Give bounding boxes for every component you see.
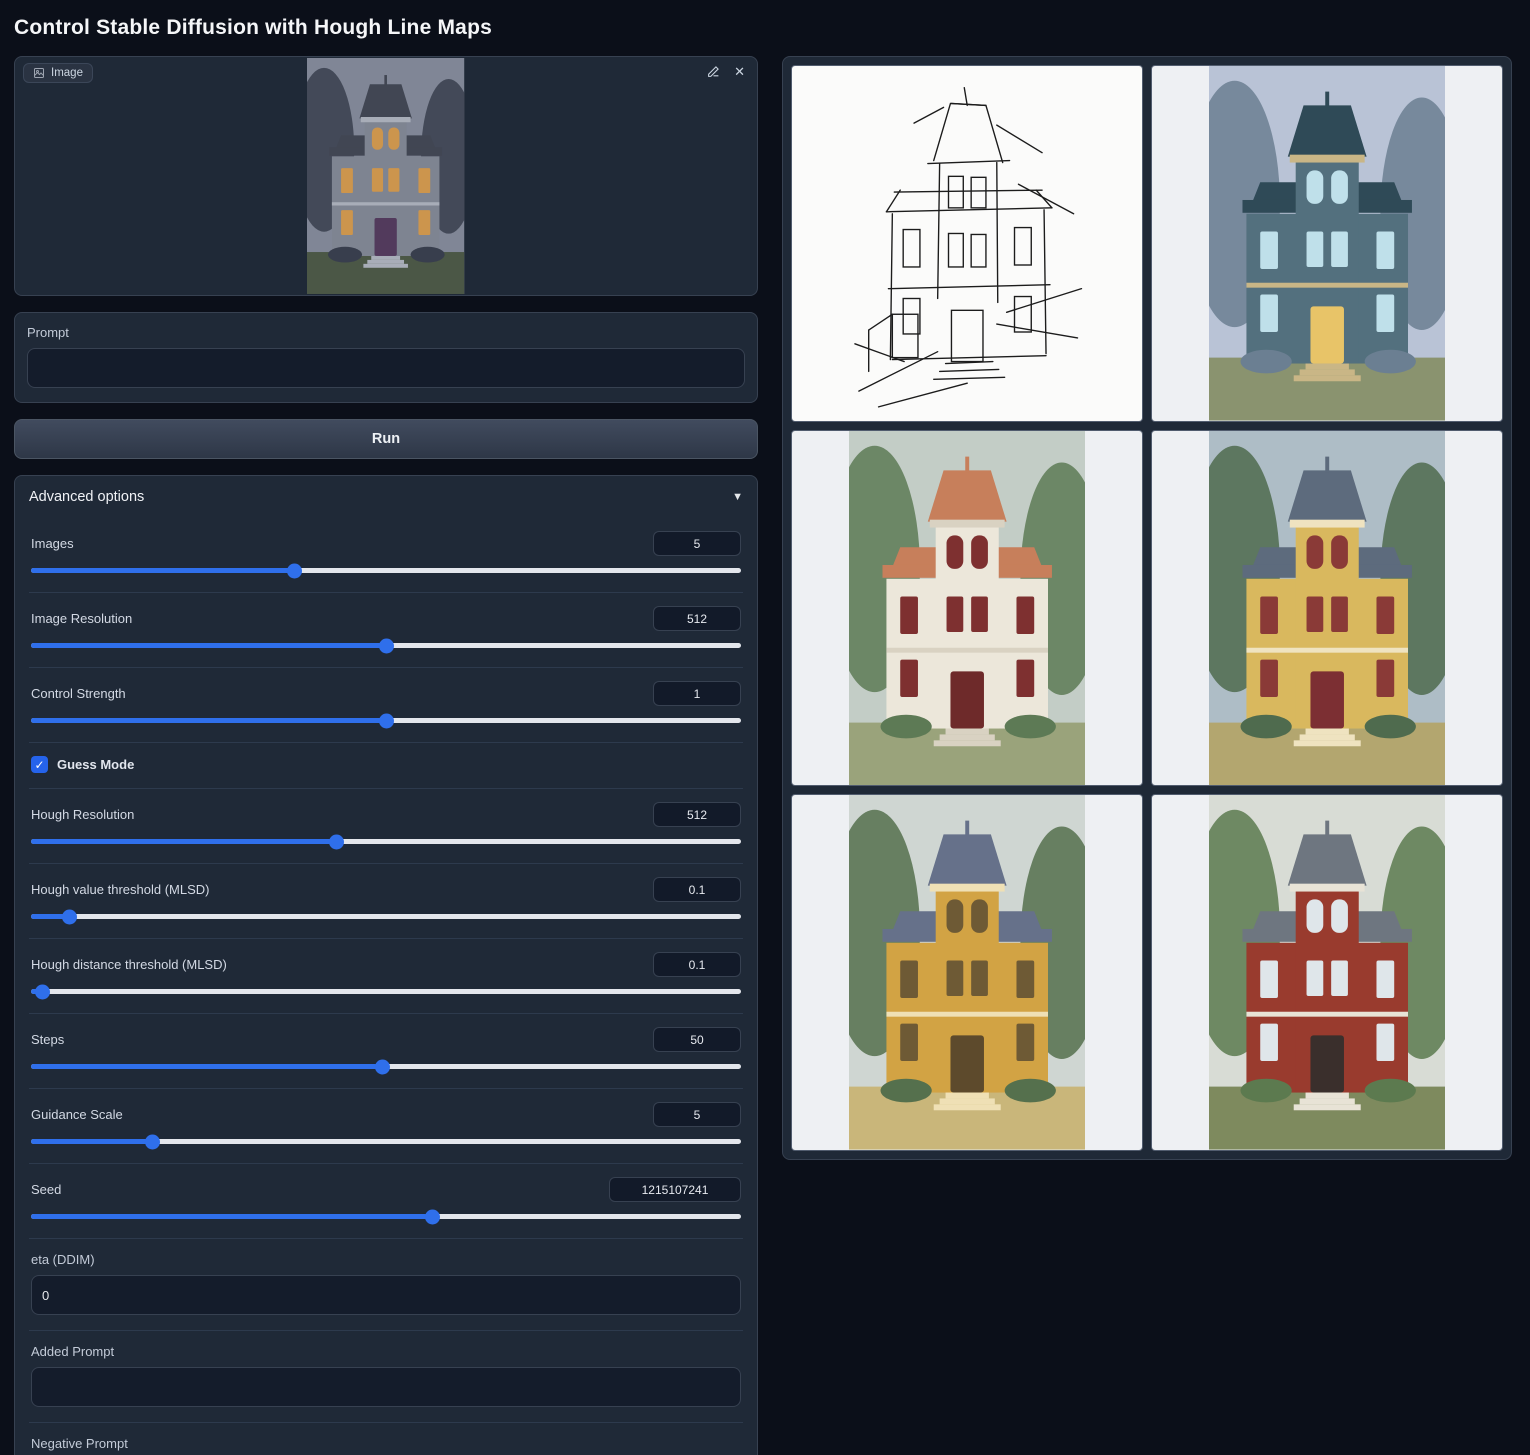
images-slider-handle[interactable] — [287, 563, 302, 578]
slider-row-hough-value-threshold: Hough value threshold (MLSD) — [29, 863, 743, 938]
steps-label: Steps — [31, 1032, 64, 1047]
seed-label: Seed — [31, 1182, 61, 1197]
seed-slider[interactable] — [31, 1214, 741, 1219]
image-label-text: Image — [51, 67, 83, 79]
hough-resolution-slider[interactable] — [31, 839, 741, 844]
negative-prompt-label: Negative Prompt — [31, 1436, 741, 1451]
slider-row-image-resolution: Image Resolution — [29, 592, 743, 667]
input-photo-art — [307, 58, 464, 294]
images-slider[interactable] — [31, 568, 741, 573]
images-number-input[interactable] — [653, 531, 741, 556]
gallery-item-generated-2[interactable] — [791, 430, 1143, 787]
control-strength-number-input[interactable] — [653, 681, 741, 706]
hough-line-map-art — [849, 66, 1085, 421]
hough-value-threshold-number-input[interactable] — [653, 877, 741, 902]
slider-row-hough-distance-threshold: Hough distance threshold (MLSD) — [29, 938, 743, 1013]
guidance-scale-number-input[interactable] — [653, 1102, 741, 1127]
seed-number-input[interactable] — [609, 1177, 741, 1202]
control-strength-slider-handle[interactable] — [379, 713, 394, 728]
gallery-item-generated-4[interactable] — [791, 794, 1143, 1151]
controls-column: Image ✕ Prompt — [14, 56, 758, 1455]
guess-mode-label: Guess Mode — [57, 757, 134, 772]
image-resolution-slider[interactable] — [31, 643, 741, 648]
eta-label: eta (DDIM) — [31, 1252, 741, 1267]
generated-art-1 — [1209, 66, 1445, 421]
added-prompt-label: Added Prompt — [31, 1344, 741, 1359]
images-label: Images — [31, 536, 74, 551]
hough-distance-threshold-number-input[interactable] — [653, 952, 741, 977]
image-resolution-slider-handle[interactable] — [379, 638, 394, 653]
prompt-block: Prompt — [14, 312, 758, 403]
gallery-item-generated-1[interactable] — [1151, 65, 1503, 422]
gallery-item-generated-3[interactable] — [1151, 430, 1503, 787]
steps-slider[interactable] — [31, 1064, 741, 1069]
slider-row-images: Images — [29, 518, 743, 592]
eta-input[interactable] — [31, 1275, 741, 1315]
hough-value-threshold-slider[interactable] — [31, 914, 741, 919]
gallery-item-hough-line-map[interactable] — [791, 65, 1143, 422]
image-actions: ✕ — [707, 65, 745, 78]
image-resolution-label: Image Resolution — [31, 611, 132, 626]
hough-distance-threshold-slider[interactable] — [31, 989, 741, 994]
steps-slider-handle[interactable] — [375, 1059, 390, 1074]
input-image[interactable] — [307, 58, 464, 294]
hough-resolution-number-input[interactable] — [653, 802, 741, 827]
slider-row-steps: Steps — [29, 1013, 743, 1088]
image-upload-component[interactable]: Image ✕ — [14, 56, 758, 296]
run-button[interactable]: Run — [14, 419, 758, 459]
guidance-scale-slider-handle[interactable] — [145, 1134, 160, 1149]
chevron-down-icon: ▼ — [732, 491, 743, 503]
hough-value-threshold-label: Hough value threshold (MLSD) — [31, 882, 209, 897]
prompt-label: Prompt — [27, 325, 745, 340]
image-resolution-number-input[interactable] — [653, 606, 741, 631]
generated-art-3 — [1209, 431, 1445, 786]
image-component-label: Image — [23, 63, 93, 83]
advanced-options-title: Advanced options — [29, 489, 144, 505]
hough-value-threshold-slider-handle[interactable] — [62, 909, 77, 924]
results-column — [782, 56, 1512, 1160]
app-page: Control Stable Diffusion with Hough Line… — [0, 0, 1530, 1455]
added-prompt-row: Added Prompt — [29, 1330, 743, 1422]
page-title: Control Stable Diffusion with Hough Line… — [14, 16, 1516, 40]
guidance-scale-slider[interactable] — [31, 1139, 741, 1144]
guess-mode-checkbox-row[interactable]: ✓ Guess Mode — [29, 742, 743, 788]
hough-distance-threshold-label: Hough distance threshold (MLSD) — [31, 957, 227, 972]
checkbox-checked-icon: ✓ — [31, 756, 48, 773]
negative-prompt-row: Negative Prompt — [29, 1422, 743, 1455]
advanced-options-body: Images Image Resolution — [15, 518, 757, 1455]
control-strength-slider[interactable] — [31, 718, 741, 723]
hough-distance-threshold-slider-handle[interactable] — [35, 984, 50, 999]
slider-row-guidance-scale: Guidance Scale — [29, 1088, 743, 1163]
slider-row-hough-resolution: Hough Resolution — [29, 788, 743, 863]
generated-art-2 — [849, 431, 1085, 786]
control-strength-label: Control Strength — [31, 686, 126, 701]
prompt-input[interactable] — [27, 348, 745, 388]
added-prompt-input[interactable] — [31, 1367, 741, 1407]
hough-resolution-label: Hough Resolution — [31, 807, 134, 822]
edit-icon[interactable] — [707, 65, 720, 78]
seed-slider-handle[interactable] — [425, 1209, 440, 1224]
advanced-options-block: Advanced options ▼ Images — [14, 475, 758, 1455]
clear-icon[interactable]: ✕ — [734, 65, 745, 78]
eta-row: eta (DDIM) — [29, 1238, 743, 1330]
slider-row-control-strength: Control Strength — [29, 667, 743, 742]
output-gallery — [782, 56, 1512, 1160]
advanced-options-header[interactable]: Advanced options ▼ — [15, 476, 757, 518]
steps-number-input[interactable] — [653, 1027, 741, 1052]
hough-resolution-slider-handle[interactable] — [329, 834, 344, 849]
slider-row-seed: Seed — [29, 1163, 743, 1238]
generated-art-4 — [849, 795, 1085, 1150]
generated-art-5 — [1209, 795, 1445, 1150]
image-icon — [33, 67, 45, 79]
gallery-item-generated-5[interactable] — [1151, 794, 1503, 1151]
main-columns: Image ✕ Prompt — [14, 56, 1516, 1455]
guidance-scale-label: Guidance Scale — [31, 1107, 123, 1122]
